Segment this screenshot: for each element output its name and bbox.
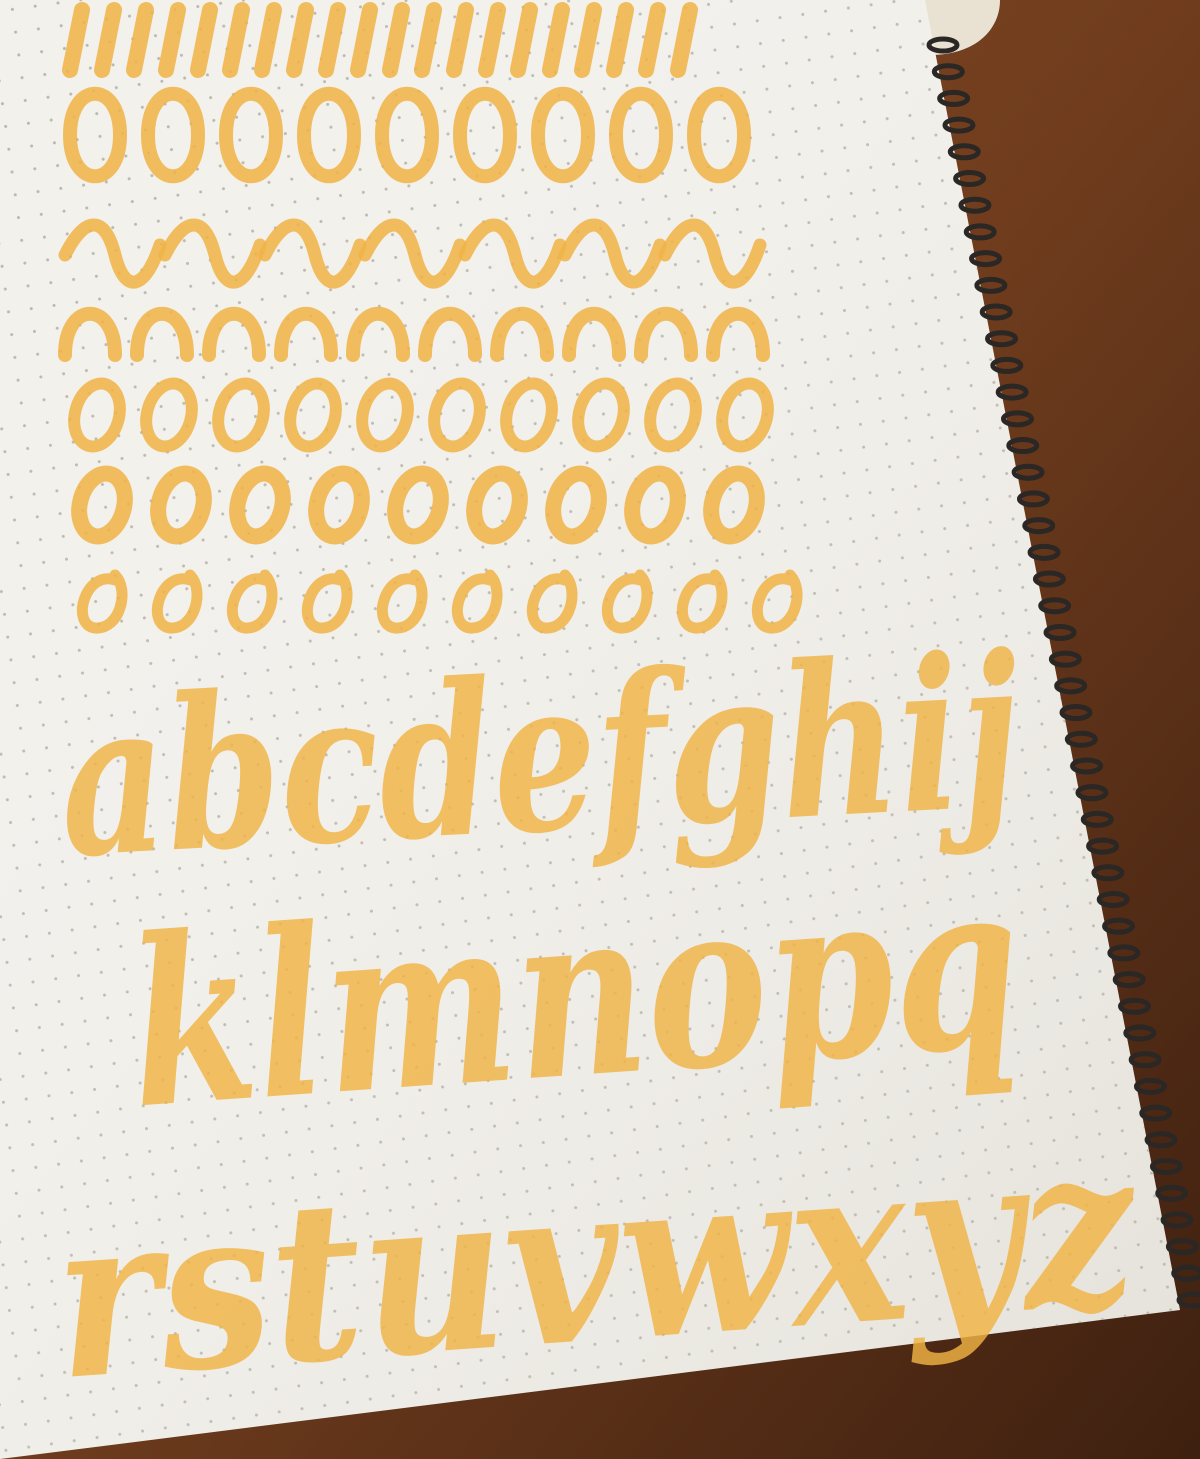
- alphabet-lettering: abcdefghij klmnopq rstuvwxyz: [47, 608, 1146, 1429]
- photo-scene: abcdefghij klmnopq rstuvwxyz: [0, 0, 1200, 1459]
- photo-canvas: abcdefghij klmnopq rstuvwxyz: [0, 0, 1200, 1459]
